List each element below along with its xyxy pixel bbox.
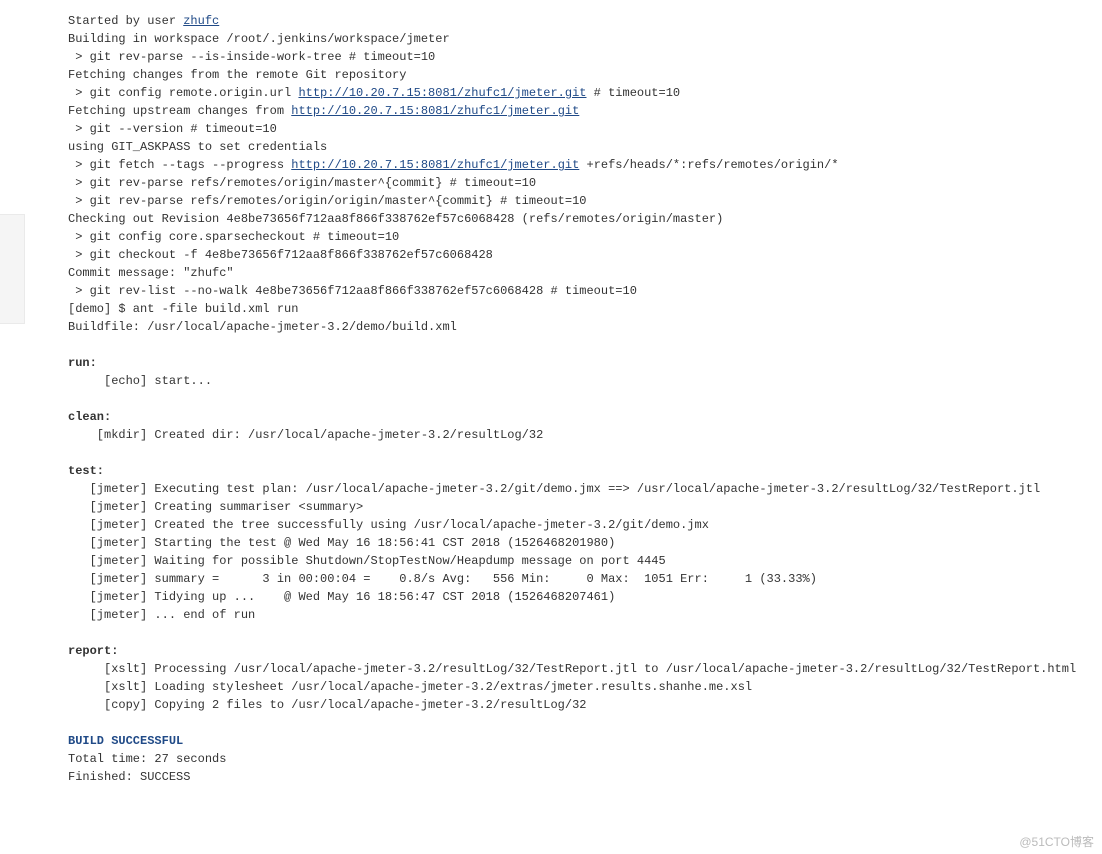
console-line: [xslt] Loading stylesheet /usr/local/apa… <box>68 680 752 694</box>
console-line: > git rev-parse refs/remotes/origin/mast… <box>68 176 536 190</box>
text: +refs/heads/*:refs/remotes/origin/* <box>579 158 838 172</box>
console-line: > git checkout -f 4e8be73656f712aa8f866f… <box>68 248 493 262</box>
target-clean: clean: <box>68 410 111 424</box>
console-line: > git config remote.origin.url http://10… <box>68 86 680 100</box>
watermark: @51CTO博客 <box>1019 833 1094 850</box>
console-line: [copy] Copying 2 files to /usr/local/apa… <box>68 698 586 712</box>
build-status: BUILD SUCCESSFUL <box>68 734 183 748</box>
text: Fetching upstream changes from <box>68 104 291 118</box>
repo-url-link[interactable]: http://10.20.7.15:8081/zhufc1/jmeter.git <box>291 104 579 118</box>
target-run: run: <box>68 356 97 370</box>
console-line: Commit message: "zhufc" <box>68 266 234 280</box>
text: # timeout=10 <box>586 86 680 100</box>
target-test: test: <box>68 464 104 478</box>
repo-url-link[interactable]: http://10.20.7.15:8081/zhufc1/jmeter.git <box>298 86 586 100</box>
console-line: > git --version # timeout=10 <box>68 122 277 136</box>
console-line: [jmeter] Waiting for possible Shutdown/S… <box>68 554 666 568</box>
console-line: [jmeter] Executing test plan: /usr/local… <box>68 482 1040 496</box>
console-line: Fetching changes from the remote Git rep… <box>68 68 406 82</box>
console-line: Buildfile: /usr/local/apache-jmeter-3.2/… <box>68 320 457 334</box>
console-line: [demo] $ ant -file build.xml run <box>68 302 298 316</box>
console-line: [jmeter] ... end of run <box>68 608 255 622</box>
target-report: report: <box>68 644 118 658</box>
text: > git config remote.origin.url <box>68 86 298 100</box>
console-line: > git rev-parse --is-inside-work-tree # … <box>68 50 435 64</box>
console-output: Started by user zhufc Building in worksp… <box>0 0 1102 798</box>
console-line: > git fetch --tags --progress http://10.… <box>68 158 839 172</box>
console-line: Finished: SUCCESS <box>68 770 190 784</box>
console-line: [jmeter] Created the tree successfully u… <box>68 518 709 532</box>
repo-url-link[interactable]: http://10.20.7.15:8081/zhufc1/jmeter.git <box>291 158 579 172</box>
console-line: [jmeter] Starting the test @ Wed May 16 … <box>68 536 615 550</box>
console-line: [jmeter] Tidying up ... @ Wed May 16 18:… <box>68 590 615 604</box>
side-marker <box>0 214 25 324</box>
text: Started by user <box>68 14 183 28</box>
console-line: [mkdir] Created dir: /usr/local/apache-j… <box>68 428 543 442</box>
console-line: Checking out Revision 4e8be73656f712aa8f… <box>68 212 723 226</box>
console-line: > git rev-list --no-walk 4e8be73656f712a… <box>68 284 637 298</box>
console-line: Building in workspace /root/.jenkins/wor… <box>68 32 450 46</box>
console-line: [echo] start... <box>68 374 212 388</box>
user-link[interactable]: zhufc <box>183 14 219 28</box>
console-line: [jmeter] summary = 3 in 00:00:04 = 0.8/s… <box>68 572 817 586</box>
console-line: Total time: 27 seconds <box>68 752 226 766</box>
console-line: [jmeter] Creating summariser <summary> <box>68 500 363 514</box>
console-line: using GIT_ASKPASS to set credentials <box>68 140 334 154</box>
console-line: > git rev-parse refs/remotes/origin/orig… <box>68 194 586 208</box>
console-line: > git config core.sparsecheckout # timeo… <box>68 230 399 244</box>
console-line: Fetching upstream changes from http://10… <box>68 104 579 118</box>
console-line: Started by user zhufc <box>68 14 219 28</box>
console-line: [xslt] Processing /usr/local/apache-jmet… <box>68 662 1076 676</box>
text: > git fetch --tags --progress <box>68 158 291 172</box>
